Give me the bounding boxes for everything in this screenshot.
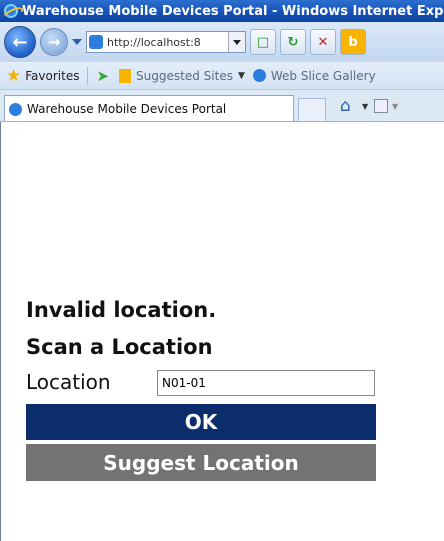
location-label: Location [26,370,111,394]
bing-search-icon[interactable]: b [340,29,366,55]
window-title: Warehouse Mobile Devices Portal - Window… [22,3,444,19]
tab-active[interactable]: Warehouse Mobile Devices Portal [4,95,294,121]
address-dropdown-icon[interactable] [228,32,245,52]
web-slice-gallery-link[interactable]: Web Slice Gallery [271,69,376,83]
ok-button[interactable]: OK [26,404,376,440]
address-bar[interactable]: http://localhost:8 [86,31,246,53]
suggest-location-button[interactable]: Suggest Location [26,444,376,481]
suggested-sites-icon [119,68,132,83]
navigation-bar: ← → http://localhost:8 □ ↻ ✕ b [0,22,444,62]
tab-label: Warehouse Mobile Devices Portal [27,102,227,116]
new-tab-button[interactable] [298,98,326,121]
page-icon [89,35,103,49]
compatibility-view-icon[interactable]: □ [250,29,276,55]
location-input[interactable] [157,370,375,396]
add-to-favorites-icon[interactable]: ➤ [96,67,109,85]
window-title-bar: Warehouse Mobile Devices Portal - Window… [0,0,444,22]
favorites-star-icon[interactable]: ★ [6,66,21,86]
suggested-sites-dropdown-icon[interactable]: ▼ [238,71,245,81]
error-message: Invalid location. [26,298,217,322]
home-icon[interactable]: ⌂ [340,96,351,116]
forward-arrow-icon[interactable]: → [40,28,68,56]
scan-prompt: Scan a Location [26,335,213,359]
suggested-sites-link[interactable]: Suggested Sites [136,69,233,83]
back-arrow-icon[interactable]: ← [4,26,36,58]
web-slice-icon [252,69,266,82]
history-dropdown-icon[interactable] [72,39,82,45]
tab-favicon-icon [9,102,22,116]
tab-strip: Warehouse Mobile Devices Portal ⌂ ▼ ▼ [0,90,444,122]
favorites-button[interactable]: Favorites [25,69,79,83]
address-text[interactable]: http://localhost:8 [107,36,201,49]
window-left-border [0,122,1,541]
stop-icon[interactable]: ✕ [310,29,336,55]
ie-logo-icon [4,4,18,18]
feeds-icon[interactable] [374,99,388,113]
favorites-divider [87,66,89,85]
refresh-icon[interactable]: ↻ [280,29,306,55]
home-dropdown-icon[interactable]: ▼ [362,102,368,111]
feeds-dropdown-icon[interactable]: ▼ [392,102,398,111]
favorites-bar: ★ Favorites ➤ Suggested Sites ▼ Web Slic… [0,62,444,90]
